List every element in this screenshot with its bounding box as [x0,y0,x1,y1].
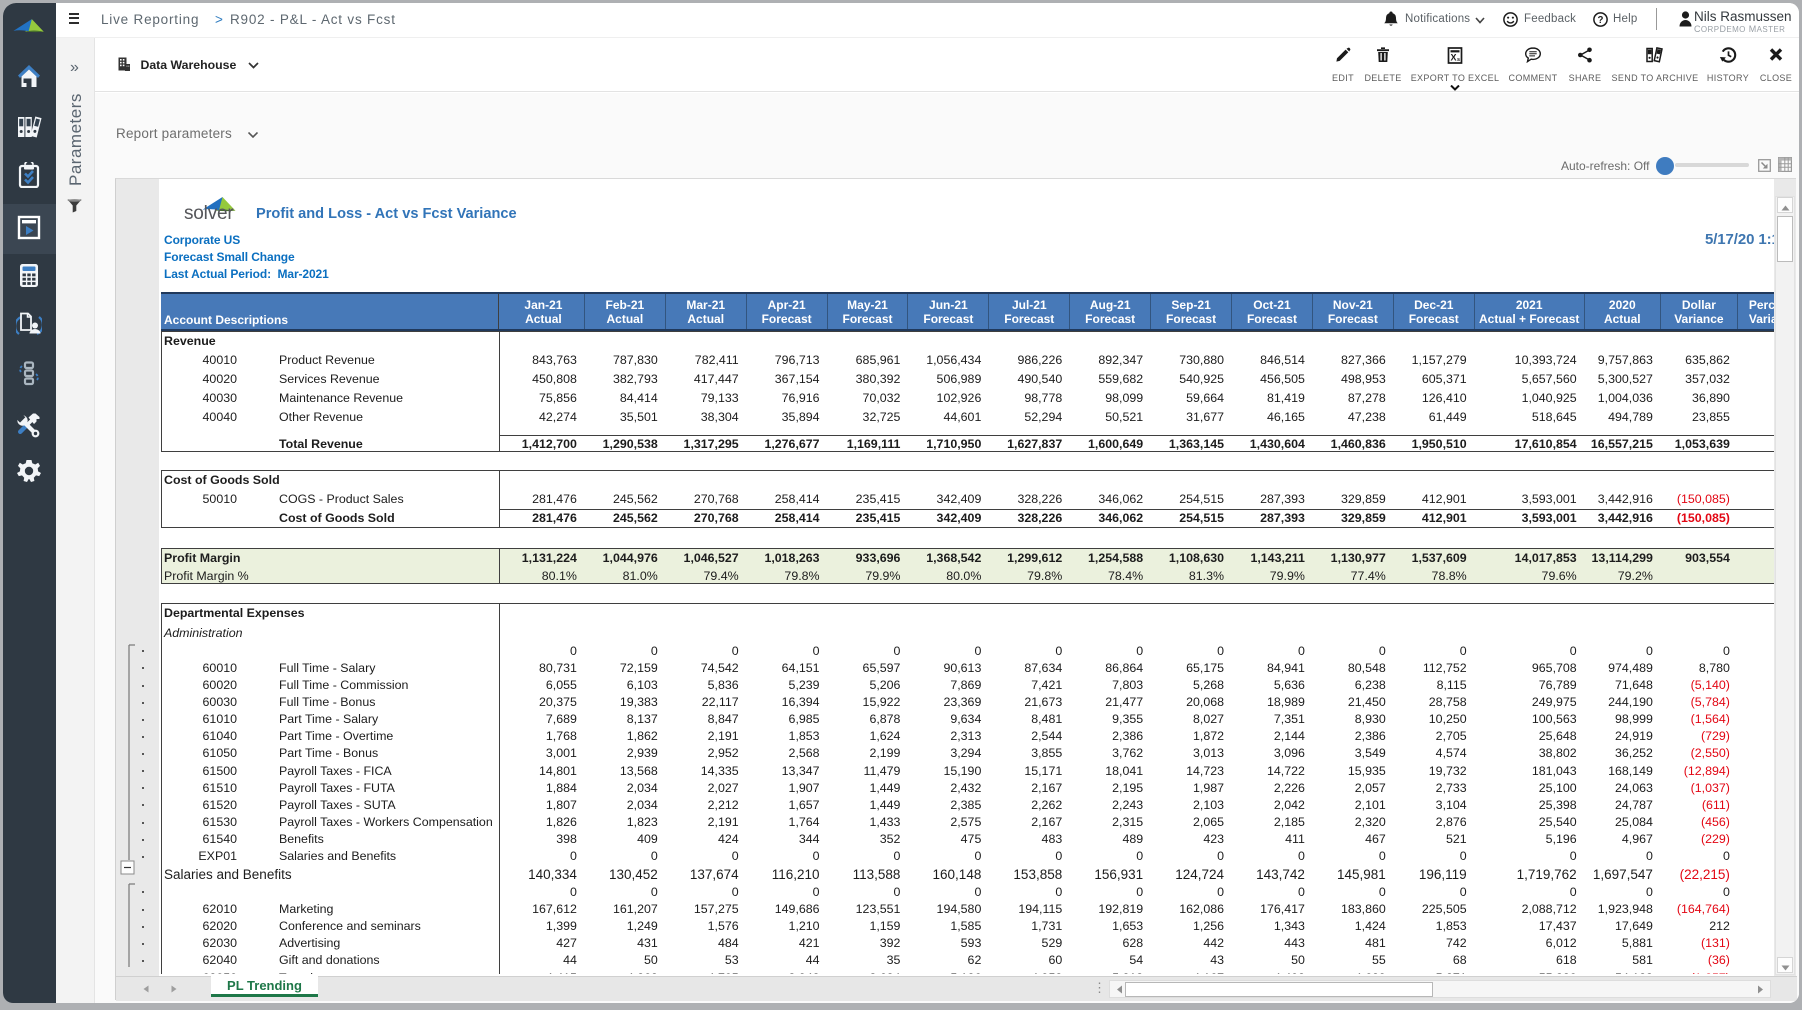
svg-text:s: s [1457,57,1460,63]
svg-text:X: X [1451,53,1457,63]
svg-text:?: ? [1598,15,1604,26]
